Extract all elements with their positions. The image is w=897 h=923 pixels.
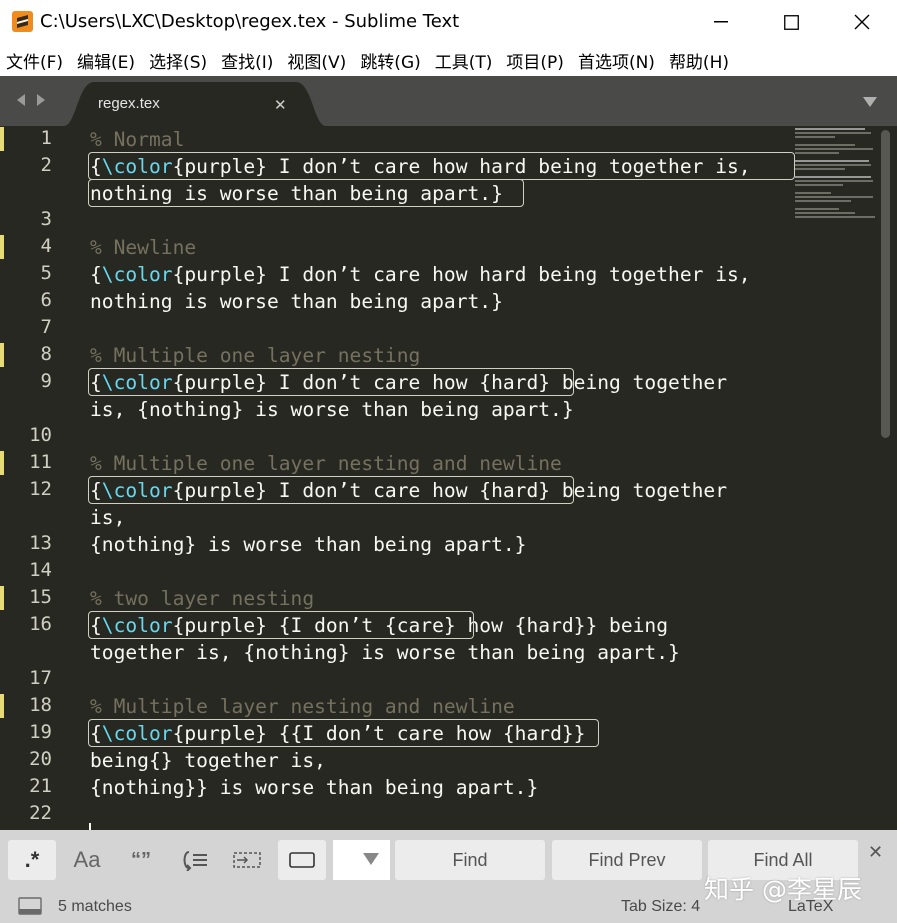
watermark: 知乎 @李星辰 bbox=[704, 875, 862, 904]
modified-line-marker bbox=[0, 451, 4, 475]
code-line[interactable]: % Multiple one layer nesting and newline bbox=[90, 450, 562, 477]
regex-toggle-button[interactable]: .* bbox=[8, 840, 56, 880]
tab-navigation bbox=[14, 92, 50, 112]
case-sensitive-toggle-button[interactable]: Aa bbox=[62, 840, 112, 880]
line-number: 19 bbox=[29, 721, 52, 743]
close-window-button[interactable] bbox=[827, 0, 897, 44]
tab-bar: regex.tex ✕ bbox=[0, 76, 897, 126]
modified-line-marker bbox=[0, 127, 4, 151]
code-line[interactable]: is, {nothing} is worse than being apart.… bbox=[90, 396, 574, 423]
menu-bar: 文件(F) 编辑(E) 选择(S) 查找(I) 视图(V) 跳转(G) 工具(T… bbox=[0, 44, 897, 76]
line-number: 4 bbox=[40, 235, 52, 257]
match-box-2 bbox=[88, 368, 574, 396]
code-line[interactable]: together is, {nothing} is worse than bei… bbox=[90, 639, 680, 666]
line-number: 22 bbox=[29, 802, 52, 824]
match-box-3 bbox=[88, 476, 574, 504]
menu-goto[interactable]: 跳转(G) bbox=[360, 48, 420, 73]
menu-selection[interactable]: 选择(S) bbox=[149, 48, 207, 73]
match-count: 5 matches bbox=[58, 898, 132, 915]
tab-prev-arrow-icon bbox=[17, 94, 25, 106]
menu-tools[interactable]: 工具(T) bbox=[435, 48, 493, 73]
line-number: 2 bbox=[40, 154, 52, 176]
line-number: 12 bbox=[29, 478, 52, 500]
find-button[interactable]: Find bbox=[395, 840, 545, 880]
menu-help[interactable]: 帮助(H) bbox=[669, 48, 729, 73]
find-history-dropdown-icon[interactable] bbox=[362, 852, 380, 866]
line-number: 17 bbox=[29, 667, 52, 689]
tab-close-icon[interactable]: ✕ bbox=[274, 96, 287, 114]
panel-toggle-icon[interactable] bbox=[18, 897, 42, 915]
line-number: 15 bbox=[29, 586, 52, 608]
code-line[interactable]: % Normal bbox=[90, 126, 184, 153]
menu-edit[interactable]: 编辑(E) bbox=[77, 48, 135, 73]
line-number: 21 bbox=[29, 775, 52, 797]
code-line[interactable]: {nothing}} is worse than being apart.} bbox=[90, 774, 538, 801]
modified-line-marker bbox=[0, 694, 4, 718]
highlight-matches-toggle-button[interactable] bbox=[278, 840, 326, 880]
match-box-4 bbox=[88, 611, 474, 639]
line-number: 5 bbox=[40, 262, 52, 284]
code-line[interactable]: % Newline bbox=[90, 234, 196, 261]
line-number: 7 bbox=[40, 316, 52, 338]
code-line[interactable]: % Multiple one layer nesting bbox=[90, 342, 420, 369]
match-box-5 bbox=[88, 719, 599, 747]
vertical-scrollbar-thumb[interactable] bbox=[881, 130, 890, 438]
in-selection-toggle-button[interactable] bbox=[224, 840, 270, 880]
whole-word-toggle-button[interactable]: “” bbox=[116, 840, 166, 880]
menu-file[interactable]: 文件(F) bbox=[6, 48, 63, 73]
menu-project[interactable]: 项目(P) bbox=[506, 48, 564, 73]
line-number: 20 bbox=[29, 748, 52, 770]
menu-view[interactable]: 视图(V) bbox=[287, 48, 346, 73]
line-number: 1 bbox=[40, 127, 52, 149]
highlight-matches-icon bbox=[289, 852, 315, 868]
line-number: 3 bbox=[40, 208, 52, 230]
tab-size-indicator[interactable]: Tab Size: 4 bbox=[621, 898, 700, 916]
find-panel-close-icon[interactable]: ✕ bbox=[868, 842, 883, 863]
code-line[interactable]: % two layer nesting bbox=[90, 585, 314, 612]
line-number: 9 bbox=[40, 370, 52, 392]
tab-label[interactable]: regex.tex bbox=[98, 95, 160, 112]
window-title: C:\Users\LXC\Desktop\regex.tex - Sublime… bbox=[40, 11, 460, 32]
modified-line-marker bbox=[0, 343, 4, 367]
editor-area[interactable]: 1 2 3 4 5 6 7 8 9 10 11 12 13 14 15 16 17 18 19 20 21 22 % No… bbox=[0, 126, 897, 830]
line-number-gutter: 1 2 3 4 5 6 7 8 9 10 11 12 13 14 15 16 17 18 19 20 21 22 bbox=[0, 126, 80, 830]
line-number: 11 bbox=[29, 451, 52, 473]
minimize-button[interactable] bbox=[686, 0, 756, 44]
code-line[interactable]: % Multiple layer nesting and newline bbox=[90, 693, 515, 720]
code-line[interactable]: is, bbox=[90, 504, 125, 531]
line-number: 8 bbox=[40, 343, 52, 365]
tab-next-arrow-icon bbox=[37, 94, 45, 106]
line-number: 6 bbox=[40, 289, 52, 311]
code-line[interactable]: nothing is worse than being apart.} bbox=[90, 288, 503, 315]
maximize-button[interactable] bbox=[756, 0, 826, 44]
line-number: 18 bbox=[29, 694, 52, 716]
menu-preferences[interactable]: 首选项(N) bbox=[578, 48, 655, 73]
line-number: 10 bbox=[29, 424, 52, 446]
line-number: 14 bbox=[29, 559, 52, 581]
line-number: 16 bbox=[29, 613, 52, 635]
sublime-logo-icon bbox=[12, 11, 33, 32]
menu-find[interactable]: 查找(I) bbox=[221, 48, 273, 73]
code-line[interactable]: being{} together is, bbox=[90, 747, 326, 774]
code-line[interactable]: {nothing} is worse than being apart.} bbox=[90, 531, 526, 558]
wrap-toggle-button[interactable] bbox=[170, 840, 220, 880]
match-box-1-end bbox=[88, 179, 524, 207]
wrap-icon bbox=[183, 851, 207, 871]
match-box-1 bbox=[88, 152, 795, 180]
code-line[interactable]: {\color{purple} I don’t care how hard be… bbox=[90, 261, 751, 288]
in-selection-icon bbox=[233, 852, 261, 868]
line-number: 13 bbox=[29, 532, 52, 554]
text-caret bbox=[89, 823, 91, 830]
minimap[interactable] bbox=[794, 126, 876, 236]
modified-line-marker bbox=[0, 235, 4, 259]
title-bar: C:\Users\LXC\Desktop\regex.tex - Sublime… bbox=[0, 0, 897, 44]
modified-line-marker bbox=[0, 586, 4, 610]
tab-dropdown-icon[interactable] bbox=[862, 96, 878, 108]
find-prev-button[interactable]: Find Prev bbox=[552, 840, 702, 880]
